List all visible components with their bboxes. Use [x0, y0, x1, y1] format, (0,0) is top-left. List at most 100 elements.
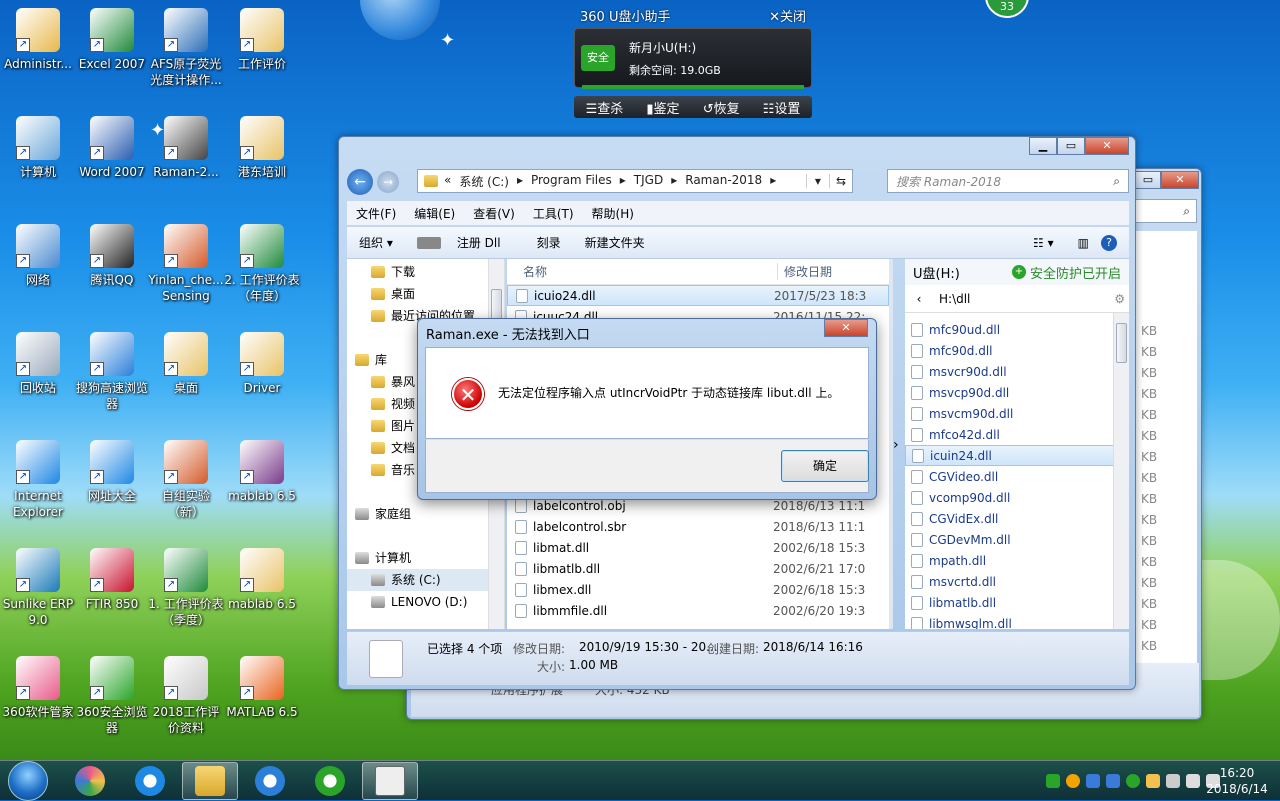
menu-edit[interactable]: 编辑(E): [405, 205, 464, 222]
network-icon[interactable]: [1086, 774, 1100, 788]
error-dialog[interactable]: Raman.exe - 无法找到入口 ✕ ✕ 无法定位程序输入点 utIncrV…: [417, 318, 877, 500]
breadcrumb-separator-icon[interactable]: ▸: [517, 173, 523, 190]
usb-file-row[interactable]: msvcrtd.dll: [905, 571, 1129, 592]
ok-button[interactable]: 确定: [781, 450, 869, 482]
scan-button[interactable]: ☰查杀: [586, 98, 624, 117]
burn-button[interactable]: 刻录: [525, 234, 573, 251]
taskbar-ie[interactable]: [122, 762, 178, 800]
desktop-icon[interactable]: ↗ mablab 6.5: [224, 548, 300, 612]
forward-arrow-icon[interactable]: →: [377, 171, 399, 193]
security-icon[interactable]: [1126, 774, 1140, 788]
breadcrumb-separator-icon[interactable]: ▸: [620, 173, 626, 190]
search-icon[interactable]: ⌕: [1113, 174, 1120, 189]
refresh-icon[interactable]: ⇆: [828, 174, 852, 188]
taskbar-360-browser[interactable]: [302, 762, 358, 800]
file-row[interactable]: libmmfile.dll 2002/6/20 19:3: [507, 600, 889, 621]
widget-drive-box[interactable]: 安全 新月小U(H:) 剩余空间: 19.0GB: [574, 28, 812, 88]
desktop-icon[interactable]: ↗ 2. 工作评价表（年度）: [224, 224, 300, 304]
desktop-icon[interactable]: ↗ 搜狗高速浏览器: [74, 332, 150, 412]
usb-scroll-thumb[interactable]: [1116, 323, 1127, 363]
column-name[interactable]: 名称: [507, 263, 777, 280]
notification-badge[interactable]: 33: [985, 0, 1029, 18]
usb-file-row[interactable]: mfc90d.dll: [905, 340, 1129, 361]
desktop-icon[interactable]: ↗ 1. 工作评价表（季度）: [148, 548, 224, 628]
desktop-icon[interactable]: ↗ 网址大全: [74, 440, 150, 504]
desktop-icon[interactable]: ↗ Sunlike ERP 9.0: [0, 548, 76, 628]
gear-icon[interactable]: ⚙: [1114, 292, 1125, 306]
view-options-icon[interactable]: ☷ ▾: [1021, 236, 1066, 250]
taskbar-sogou[interactable]: [242, 762, 298, 800]
desktop-icon[interactable]: ↗ MATLAB 6.5: [224, 656, 300, 720]
close-icon[interactable]: ✕: [1161, 171, 1199, 189]
breadcrumb-item[interactable]: TJGD: [634, 173, 663, 190]
desktop-icon[interactable]: ↗ 工作评价: [224, 8, 300, 72]
settings-button[interactable]: ☷设置: [763, 98, 801, 117]
breadcrumb-separator-icon[interactable]: ▸: [671, 173, 677, 190]
usb-file-row[interactable]: msvcr90d.dll: [905, 361, 1129, 382]
menu-tools[interactable]: 工具(T): [524, 205, 583, 222]
menu-file[interactable]: 文件(F): [347, 205, 405, 222]
desktop-icon[interactable]: ↗ Administr...: [0, 8, 76, 72]
desktop-icon[interactable]: ↗ 桌面: [148, 332, 224, 396]
taskbar-360-manager[interactable]: [62, 762, 118, 800]
desktop-icon[interactable]: ↗ mablab 6.5: [224, 440, 300, 504]
back-arrow-icon[interactable]: ←: [347, 169, 373, 195]
maximize-button[interactable]: ▭: [1057, 137, 1085, 155]
dialog-close-button[interactable]: ✕: [824, 319, 868, 337]
file-row[interactable]: labelcontrol.sbr 2018/6/13 11:1: [507, 516, 889, 537]
organize-button[interactable]: 组织 ▾: [347, 234, 405, 251]
desktop-icon[interactable]: ↗ AFS原子荧光光度计操作...: [148, 8, 224, 88]
volume-icon[interactable]: [1186, 774, 1200, 788]
expand-panel-icon[interactable]: ›: [893, 437, 899, 453]
menu-view[interactable]: 查看(V): [464, 205, 524, 222]
taskbar-explorer[interactable]: [182, 761, 238, 800]
address-bar[interactable]: «系统 (C:) ▸ Program Files ▸ TJGD ▸ Raman-2018 ▸ …: [417, 169, 853, 193]
file-row[interactable]: libmatlb.dll 2002/6/21 17:0: [507, 558, 889, 579]
star-icon[interactable]: [1066, 774, 1080, 788]
register-dll-button[interactable]: 注册 Dll: [405, 234, 525, 251]
file-row[interactable]: libmat.dll 2002/6/18 15:3: [507, 537, 889, 558]
preview-pane-icon[interactable]: ▥: [1066, 236, 1101, 250]
breadcrumb-separator-icon[interactable]: ▸: [770, 173, 776, 190]
usb-file-row[interactable]: libmatlb.dll: [905, 592, 1129, 613]
menu-help[interactable]: 帮助(H): [583, 205, 643, 222]
desktop-icon[interactable]: ↗ Excel 2007: [74, 8, 150, 72]
start-button[interactable]: [8, 760, 48, 801]
display-icon[interactable]: [1106, 774, 1120, 788]
usb-file-row[interactable]: icuin24.dll: [905, 445, 1129, 466]
desktop-icon[interactable]: ↗ 360安全浏览器: [74, 656, 150, 736]
column-date[interactable]: 修改日期: [777, 263, 832, 280]
minimize-button[interactable]: ▁: [1029, 137, 1057, 155]
search-input[interactable]: 搜索 Raman-2018 ⌕: [887, 169, 1129, 193]
new-folder-button[interactable]: 新建文件夹: [573, 234, 657, 251]
breadcrumb-item[interactable]: Raman-2018: [685, 173, 762, 190]
desktop-icon[interactable]: ↗ 计算机: [0, 116, 76, 180]
maximize-icon[interactable]: ▭: [1135, 171, 1161, 189]
desktop-icon[interactable]: ↗ 腾讯QQ: [74, 224, 150, 288]
usb-file-row[interactable]: mpath.dll: [905, 550, 1129, 571]
desktop-icon[interactable]: ↗ 2018工作评价资料: [148, 656, 224, 736]
desktop-icon[interactable]: ↗ Raman-2...: [148, 116, 224, 180]
desktop-icon[interactable]: ↗ 回收站: [0, 332, 76, 396]
usb-file-row[interactable]: CGVidEx.dll: [905, 508, 1129, 529]
qq-icon[interactable]: [1146, 774, 1160, 788]
clock[interactable]: 16:20 2018/6/14: [1202, 765, 1272, 797]
nav-item[interactable]: 系统 (C:): [347, 569, 504, 591]
desktop-icon[interactable]: ↗ 自组实验（新）: [148, 440, 224, 520]
back-chevron-icon[interactable]: ‹: [909, 292, 929, 306]
widget-close-button[interactable]: ✕关闭: [769, 6, 806, 26]
restore-button[interactable]: ↺恢复: [703, 98, 740, 117]
desktop-icon[interactable]: ↗ Internet Explorer: [0, 440, 76, 520]
battery-icon[interactable]: [1046, 774, 1060, 788]
usb-scrollbar[interactable]: [1113, 313, 1129, 629]
usb-file-row[interactable]: msvcm90d.dll: [905, 403, 1129, 424]
nav-item[interactable]: 下载: [347, 261, 504, 283]
usb-file-row[interactable]: mfco42d.dll: [905, 424, 1129, 445]
taskbar-raman[interactable]: [362, 761, 418, 800]
nav-item[interactable]: LENOVO (D:): [347, 591, 504, 613]
breadcrumb-item[interactable]: 系统 (C:): [459, 173, 509, 190]
desktop-icon[interactable]: ↗ 港东培训: [224, 116, 300, 180]
desktop-icon[interactable]: ↗ Driver: [224, 332, 300, 396]
nav-item[interactable]: 家庭组: [347, 503, 504, 525]
desktop-icon[interactable]: ↗ FTIR 850: [74, 548, 150, 612]
